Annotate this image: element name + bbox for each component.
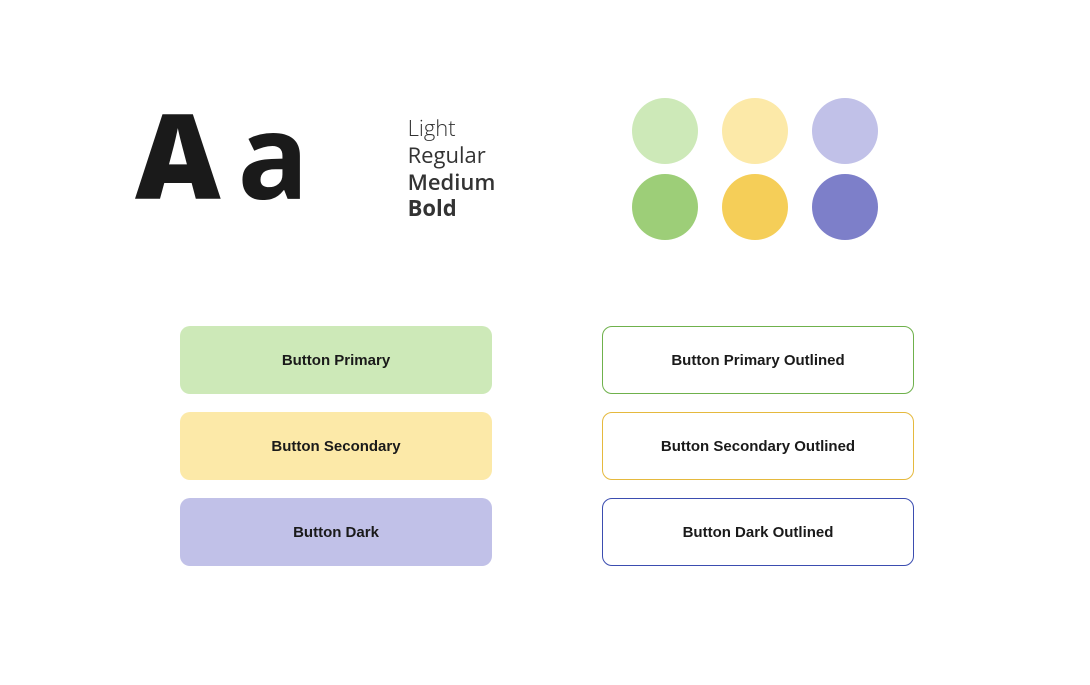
color-palette [632,98,878,240]
weight-medium: Medium [408,169,496,196]
button-dark[interactable]: Button Dark [180,498,492,566]
swatch-secondary [722,174,788,240]
sample-lower: a [238,95,308,213]
sample-upper: A [135,95,220,213]
button-secondary-outlined[interactable]: Button Secondary Outlined [602,412,914,480]
button-grid: Button Primary Button Primary Outlined B… [180,326,910,566]
weight-regular: Regular [408,142,496,169]
weight-bold: Bold [408,195,496,222]
typeface-sample: A a [135,95,308,222]
swatch-dark-light [812,98,878,164]
weight-light: Light [408,115,496,142]
swatch-secondary-light [722,98,788,164]
font-weight-list: Light Regular Medium Bold [408,115,496,222]
swatch-dark [812,174,878,240]
button-primary[interactable]: Button Primary [180,326,492,394]
swatch-primary [632,174,698,240]
button-secondary[interactable]: Button Secondary [180,412,492,480]
swatch-primary-light [632,98,698,164]
button-dark-outlined[interactable]: Button Dark Outlined [602,498,914,566]
button-primary-outlined[interactable]: Button Primary Outlined [602,326,914,394]
